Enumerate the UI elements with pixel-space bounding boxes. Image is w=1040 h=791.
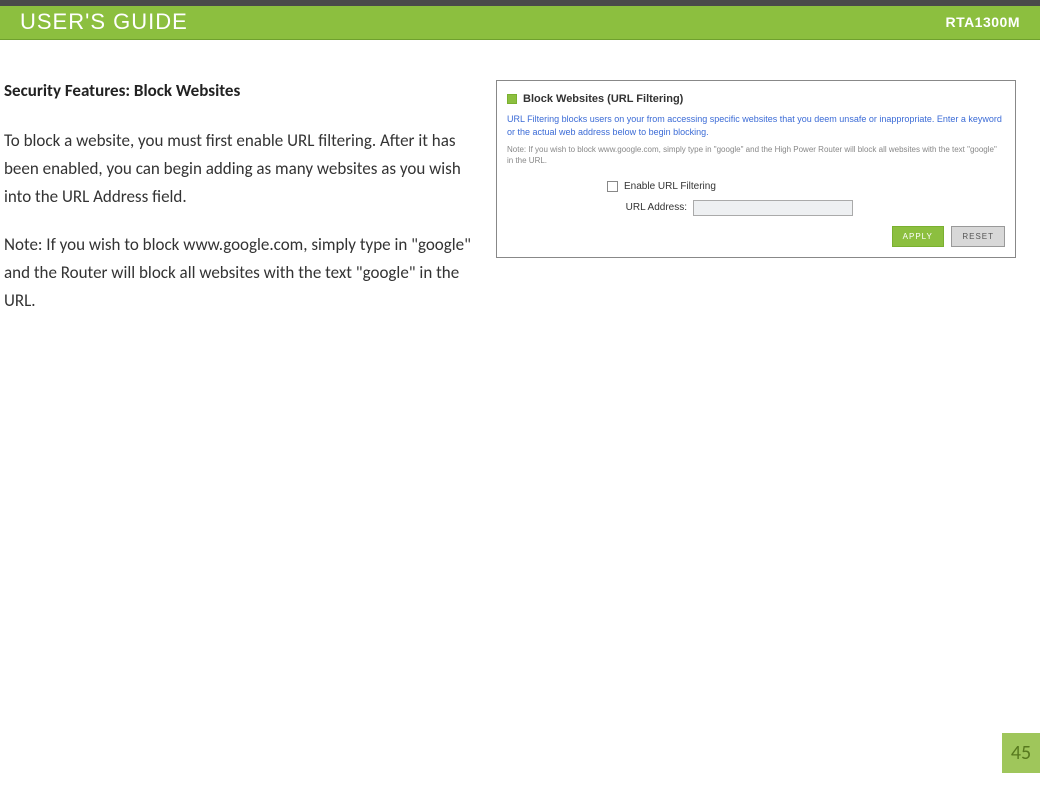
section-heading: Security Features: Block Websites — [4, 80, 484, 101]
settings-panel: Block Websites (URL Filtering) URL Filte… — [496, 80, 1016, 258]
button-row: APPLY RESET — [507, 226, 1005, 247]
reset-button[interactable]: RESET — [951, 226, 1005, 247]
url-row: URL Address: — [607, 200, 1005, 216]
header-bar: USER'S GUIDE RTA1300M — [0, 0, 1040, 40]
page-number-box: 45 — [1002, 733, 1040, 773]
square-bullet-icon — [507, 94, 517, 104]
url-input[interactable] — [693, 200, 853, 216]
panel-title-row: Block Websites (URL Filtering) — [507, 93, 1005, 105]
panel-column: Block Websites (URL Filtering) URL Filte… — [496, 80, 1016, 335]
enable-checkbox[interactable] — [607, 181, 618, 192]
url-label: URL Address: — [607, 202, 687, 213]
form-area: Enable URL Filtering URL Address: — [507, 181, 1005, 216]
apply-button[interactable]: APPLY — [892, 226, 944, 247]
guide-title: USER'S GUIDE — [20, 9, 188, 35]
enable-label: Enable URL Filtering — [624, 181, 716, 192]
section-paragraph-1: To block a website, you must first enabl… — [4, 127, 484, 211]
section-paragraph-2: Note: If you wish to block www.google.co… — [4, 231, 484, 315]
page-content: Security Features: Block Websites To blo… — [0, 40, 1040, 335]
guide-model: RTA1300M — [945, 14, 1020, 30]
panel-note: Note: If you wish to block www.google.co… — [507, 144, 1005, 166]
panel-description: URL Filtering blocks users on your from … — [507, 113, 1005, 138]
panel-title: Block Websites (URL Filtering) — [523, 93, 683, 105]
page-number: 45 — [1011, 741, 1031, 765]
enable-row: Enable URL Filtering — [607, 181, 1005, 192]
text-column: Security Features: Block Websites To blo… — [4, 80, 484, 335]
